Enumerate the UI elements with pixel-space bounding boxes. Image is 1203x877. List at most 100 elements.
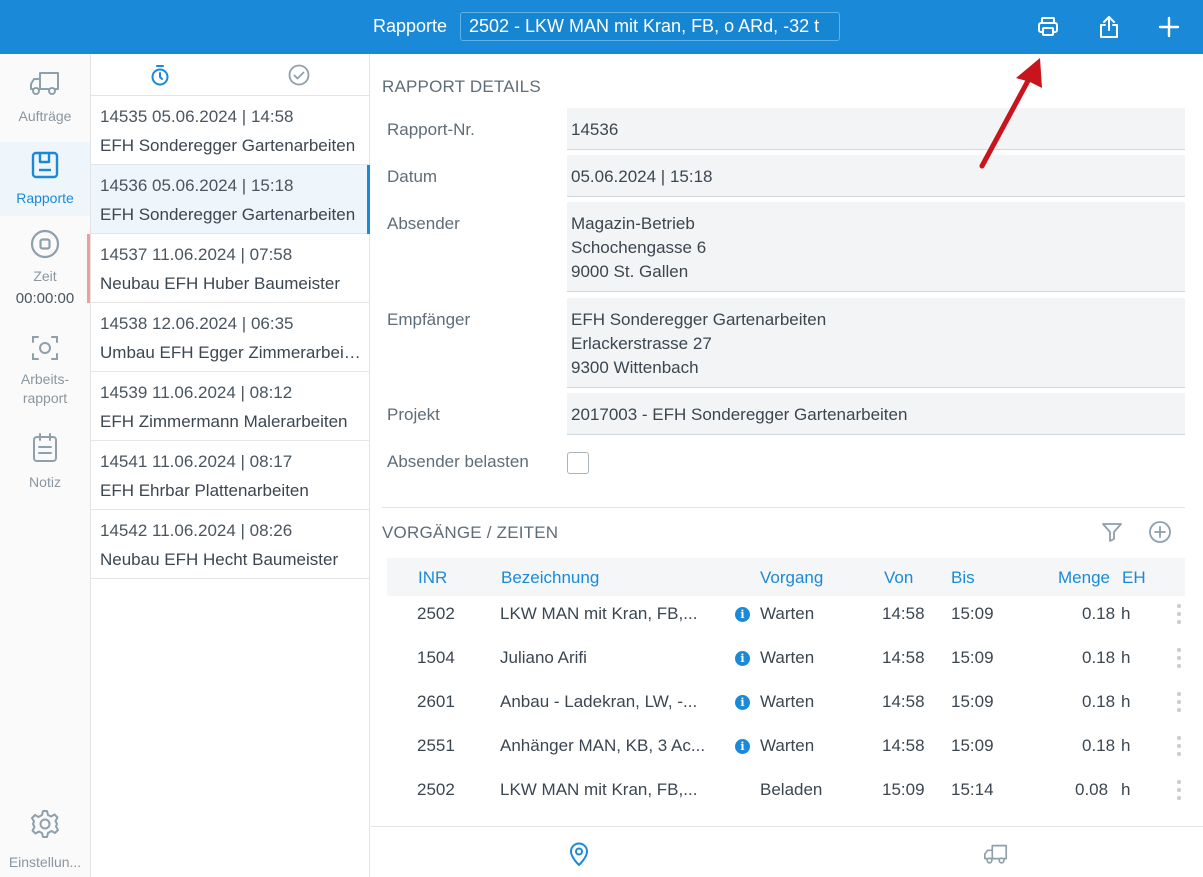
- section-title: RAPPORT DETAILS: [382, 77, 541, 96]
- cell-von: 14:58: [882, 648, 925, 667]
- location-pin-icon[interactable]: [566, 841, 592, 867]
- column-header[interactable]: Von: [884, 568, 913, 588]
- table-row[interactable]: 2502 LKW MAN mit Kran, FB,... Beladen 15…: [387, 770, 1185, 814]
- section-title: VORGÄNGE / ZEITEN: [382, 523, 559, 542]
- info-icon[interactable]: i: [735, 607, 750, 622]
- cell-bis: 15:09: [951, 736, 994, 755]
- add-circle-icon[interactable]: [1148, 520, 1172, 544]
- column-header[interactable]: Bezeichnung: [501, 568, 599, 588]
- field-label: Empfänger: [387, 310, 471, 329]
- table-header: INR Bezeichnung Vorgang Von Bis Menge EH: [387, 558, 1185, 596]
- share-button[interactable]: [1094, 12, 1124, 42]
- table-row[interactable]: 2551 Anhänger MAN, KB, 3 Ac... i Warten …: [387, 726, 1185, 770]
- list-item[interactable]: 14542 11.06.2024 | 08:26 Neubau EFH Hech…: [91, 510, 369, 579]
- nav-item-zeit[interactable]: Zeit 00:00:00: [0, 228, 90, 318]
- column-header[interactable]: EH: [1122, 568, 1146, 588]
- cell-von: 14:58: [882, 604, 925, 623]
- field-label: Projekt: [387, 405, 440, 424]
- more-icon[interactable]: [1177, 736, 1181, 758]
- info-icon[interactable]: i: [735, 651, 750, 666]
- list-item-title: EFH Ehrbar Plattenarbeiten: [100, 481, 309, 500]
- info-icon[interactable]: i: [735, 695, 750, 710]
- scan-icon: [32, 336, 58, 360]
- report-list: 14535 05.06.2024 | 14:58 EFH Sonderegger…: [87, 54, 370, 877]
- list-item[interactable]: 14535 05.06.2024 | 14:58 EFH Sonderegger…: [91, 96, 369, 165]
- nav-item-einstellungen[interactable]: Einstellun...: [0, 808, 90, 872]
- cell-menge: 0.18: [1082, 692, 1116, 711]
- nav-label: Zeit: [33, 268, 57, 284]
- more-icon[interactable]: [1177, 692, 1181, 714]
- column-header[interactable]: Vorgang: [760, 568, 823, 588]
- list-item-header: 14537 11.06.2024 | 07:58: [100, 245, 293, 264]
- check-circle-icon[interactable]: [288, 64, 310, 86]
- column-header[interactable]: Bis: [951, 568, 975, 588]
- more-icon[interactable]: [1177, 604, 1181, 626]
- add-button[interactable]: [1154, 12, 1184, 42]
- list-item-header: 14541 11.06.2024 | 08:17: [100, 452, 293, 471]
- cell-menge: 0.18: [1082, 648, 1116, 667]
- address-line: EFH Sonderegger Gartenarbeiten: [571, 310, 827, 329]
- list-item-header: 14535 05.06.2024 | 14:58: [100, 107, 294, 126]
- cell-bezeichnung: Anbau - Ladekran, LW, -...: [500, 692, 698, 711]
- cell-eh: h: [1121, 648, 1131, 667]
- list-item-title: EFH Sonderegger Gartenarbeiten: [100, 136, 356, 155]
- table-row[interactable]: 1504 Juliano Arifi i Warten 14:58 15:09 …: [387, 638, 1185, 682]
- absender-belasten-checkbox[interactable]: [567, 452, 589, 474]
- address-line: Magazin-Betrieb: [571, 214, 695, 233]
- cell-bis: 15:14: [951, 780, 994, 799]
- address-line: 9000 St. Gallen: [571, 262, 689, 281]
- list-item[interactable]: 14537 11.06.2024 | 07:58 Neubau EFH Hube…: [87, 234, 369, 303]
- field-value: EFH Sonderegger Gartenarbeiten Erlackers…: [567, 298, 1185, 388]
- cell-menge: 0.08: [1075, 780, 1109, 799]
- address-line: 9300 Wittenbach: [571, 358, 699, 377]
- gear-icon: [31, 810, 59, 838]
- list-item-title: EFH Sonderegger Gartenarbeiten: [100, 205, 356, 224]
- nav-label: Arbeits-: [20, 371, 70, 387]
- nav-label: Rapporte: [16, 190, 74, 206]
- nav-item-auftraege[interactable]: Aufträge: [0, 68, 90, 134]
- timer-value: 00:00:00: [15, 290, 75, 307]
- nav-item-arbeitsrapport[interactable]: Arbeits- rapport: [0, 332, 90, 416]
- cell-inr: 2551: [417, 736, 455, 755]
- info-icon[interactable]: i: [735, 739, 750, 754]
- list-item-header: 14542 11.06.2024 | 08:26: [100, 521, 293, 540]
- list-item[interactable]: 14539 11.06.2024 | 08:12 EFH Zimmermann …: [91, 372, 369, 441]
- list-item[interactable]: 14541 11.06.2024 | 08:17 EFH Ehrbar Plat…: [91, 441, 369, 510]
- table-row[interactable]: 2601 Anbau - Ladekran, LW, -... i Warten…: [387, 682, 1185, 726]
- column-header[interactable]: INR: [418, 568, 447, 588]
- page-title: Rapporte: [373, 16, 448, 36]
- cell-bis: 15:09: [951, 604, 994, 623]
- list-item-selected[interactable]: 14536 05.06.2024 | 15:18 EFH Sonderegger…: [91, 165, 370, 234]
- table-row[interactable]: 2502 LKW MAN mit Kran, FB,... i Warten 1…: [387, 594, 1185, 638]
- list-item-header: 14538 12.06.2024 | 06:35: [100, 314, 294, 333]
- field-value: Magazin-Betrieb Schochengasse 6 9000 St.…: [567, 202, 1185, 292]
- cell-bezeichnung: LKW MAN mit Kran, FB,...: [500, 780, 698, 799]
- field-label: Absender belasten: [387, 452, 529, 471]
- cell-eh: h: [1121, 736, 1131, 755]
- cell-eh: h: [1121, 604, 1131, 623]
- address-line: Schochengasse 6: [571, 238, 707, 257]
- nav-item-notiz[interactable]: Notiz: [0, 432, 90, 494]
- nav-label: rapport: [22, 390, 68, 406]
- list-item[interactable]: 14538 12.06.2024 | 06:35 Umbau EFH Egger…: [91, 303, 369, 372]
- more-icon[interactable]: [1177, 780, 1181, 802]
- timer-icon[interactable]: [149, 64, 171, 86]
- more-icon[interactable]: [1177, 648, 1181, 670]
- list-item-title: Umbau EFH Egger Zimmerarbeiten: [100, 343, 362, 362]
- field-value: 2017003 - EFH Sonderegger Gartenarbeiten: [567, 393, 1185, 435]
- truck-icon[interactable]: [983, 841, 1009, 867]
- filter-icon[interactable]: [1100, 520, 1124, 544]
- cell-inr: 2601: [417, 692, 455, 711]
- nav-item-rapporte[interactable]: Rapporte: [0, 142, 90, 216]
- list-item-title: EFH Zimmermann Malerarbeiten: [100, 412, 348, 431]
- bottom-bar: [371, 826, 1203, 877]
- address-line: Erlackerstrasse 27: [571, 334, 712, 353]
- equipment-selector[interactable]: 2502 - LKW MAN mit Kran, FB, o ARd, -32 …: [460, 12, 840, 41]
- cell-bezeichnung: LKW MAN mit Kran, FB,...: [500, 604, 698, 623]
- print-button[interactable]: [1033, 12, 1063, 42]
- cell-vorgang: Beladen: [760, 780, 823, 799]
- column-header[interactable]: Menge: [1058, 568, 1110, 588]
- field-value: 05.06.2024 | 15:18: [567, 155, 1185, 197]
- report-icon: [31, 151, 59, 179]
- list-item-title: Neubau EFH Huber Baumeister: [100, 274, 341, 293]
